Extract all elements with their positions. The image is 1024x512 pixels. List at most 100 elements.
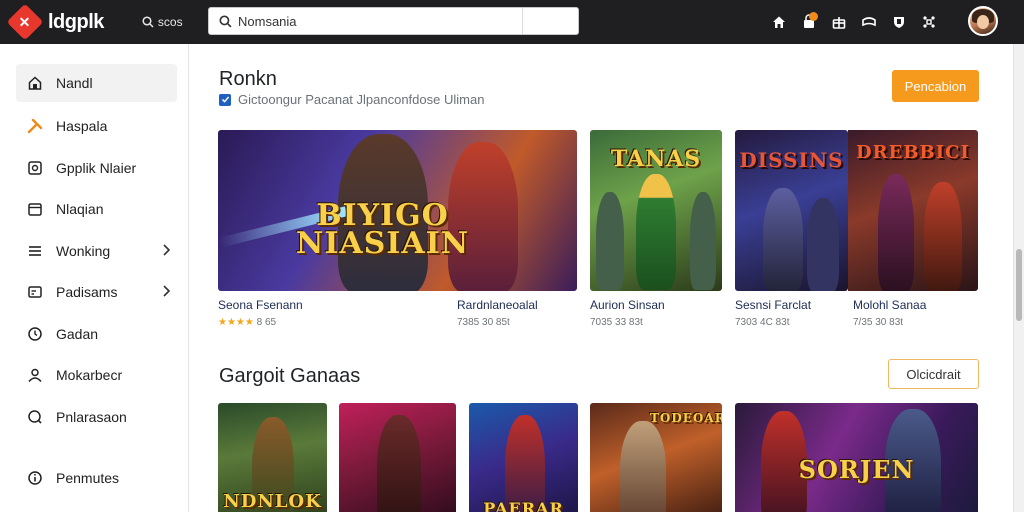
notifications-icon[interactable]: [794, 7, 824, 37]
info-icon: [26, 469, 44, 487]
sidebar-item-penmutes[interactable]: Penmutes: [16, 459, 177, 497]
hero-figure: [878, 174, 914, 291]
main-content: Ronkn Gictoongur Pacanat Jlpanconfdose U…: [190, 44, 1013, 512]
tools-icon: [26, 117, 44, 135]
hero-figure: [377, 415, 421, 512]
app-logo[interactable]: ✕ ldgplk: [6, 3, 104, 41]
sidebar-item-label: Padisams: [56, 284, 118, 300]
search-icon: [219, 14, 232, 28]
game-card[interactable]: SORJEN: [735, 403, 978, 512]
game-art-title: NDNLOK: [223, 491, 322, 512]
user-icon: [26, 366, 44, 384]
card-icon: [26, 283, 44, 301]
game-title[interactable]: Rardnlaneoalal: [457, 298, 538, 312]
controller-icon[interactable]: [854, 7, 884, 37]
game-meta: 8 65: [256, 317, 277, 328]
sidebar-item-pnlarasaon[interactable]: Pnlarasaon: [16, 398, 177, 436]
game-meta: 7/35 30 83t: [853, 317, 904, 328]
game-meta: 7035 33 83t: [590, 317, 643, 328]
sidebar-item-label: Gpplik Nlaier: [56, 160, 137, 176]
game-card[interactable]: TANAS: [590, 130, 722, 291]
game-title[interactable]: Molohl Sanaa: [853, 298, 926, 312]
chevron-right-icon: [161, 284, 171, 301]
sidebar-item-haspala[interactable]: Haspala: [16, 107, 177, 145]
logo-mark-icon: ✕: [6, 3, 44, 41]
search-icon: [142, 16, 154, 28]
folder-icon: [26, 200, 44, 218]
sidebar-item-nlaqian[interactable]: Nlaqian: [16, 190, 177, 228]
hero-figure: [763, 188, 803, 291]
game-art-title: SORJEN: [798, 455, 915, 484]
search-box[interactable]: [208, 7, 579, 35]
sidebar-item-label: Nlaqian: [56, 201, 104, 217]
game-art-title: PAERAR: [483, 499, 564, 512]
avatar-face: [977, 15, 989, 29]
shield-icon[interactable]: [884, 7, 914, 37]
chevron-right-icon: [161, 243, 171, 260]
sidebar-item-gpplik[interactable]: Gpplik Nlaier: [16, 149, 177, 187]
check-icon: [221, 96, 229, 103]
game-art-title: TANAS: [610, 146, 702, 172]
scrollbar-thumb[interactable]: [1016, 249, 1022, 321]
game-title[interactable]: Seona Fsenann: [218, 298, 303, 312]
section-subline: Gictoongur Pacanat Jlpanconfdose Uliman: [219, 92, 484, 107]
section-title-popular: Gargoit Ganaas: [219, 365, 361, 387]
game-card[interactable]: BIYIGO NIASIAIN: [218, 130, 577, 291]
sidebar: Nandl Haspala Gpplik Nlaier Nlaqian Wonk…: [0, 44, 189, 512]
game-meta: 7385 30 85t: [457, 317, 510, 328]
game-title[interactable]: Sesnsi Farclat: [735, 298, 811, 312]
home-icon: [26, 74, 44, 92]
game-card[interactable]: DISSINS: [735, 130, 848, 291]
search-input[interactable]: [232, 8, 532, 34]
subline-text: Gictoongur Pacanat Jlpanconfdose Uliman: [238, 92, 485, 107]
game-rating: ★★★★ 8 65: [218, 317, 276, 328]
game-card[interactable]: PAERAR: [469, 403, 578, 512]
hero-figure: [690, 192, 716, 290]
sidebar-item-label: Gadan: [56, 326, 99, 342]
game-art-title: BIYIGO NIASIAIN: [295, 198, 470, 261]
sidebar-item-mokarbecr[interactable]: Mokarbecr: [16, 356, 177, 394]
game-meta: 7303 4C 83t: [735, 317, 790, 328]
avatar[interactable]: [968, 6, 998, 36]
sidebar-item-gadan[interactable]: Gadan: [16, 315, 177, 353]
hero-figure: [924, 182, 962, 291]
sidebar-item-label: Pnlarasaon: [56, 409, 127, 425]
hero-figure: [596, 192, 624, 290]
logo-text: ldgplk: [48, 10, 104, 33]
gamepad-icon: [26, 159, 44, 177]
game-art-title: DISSINS: [739, 148, 844, 172]
sidebar-item-home[interactable]: Nandl: [16, 64, 177, 102]
sidebar-item-wonking[interactable]: Wonking: [16, 232, 177, 270]
sidebar-item-label: Mokarbecr: [56, 367, 123, 383]
rating-stars: ★★★★: [218, 317, 254, 328]
game-card[interactable]: TODEOAR: [590, 403, 722, 512]
top-nav-label: scos: [157, 15, 183, 29]
game-card[interactable]: DREBBICI: [848, 130, 978, 291]
game-card[interactable]: NDNLOK: [218, 403, 327, 512]
sidebar-item-padisams[interactable]: Padisams: [16, 273, 177, 311]
featured-action-button[interactable]: Pencabion: [892, 70, 979, 102]
hero-figure: [636, 174, 676, 290]
clock-icon: [26, 325, 44, 343]
hero-figure: [807, 198, 839, 291]
page-scrollbar[interactable]: [1013, 44, 1024, 512]
apps-icon[interactable]: [914, 7, 944, 37]
section-title-featured: Ronkn: [219, 68, 277, 90]
filter-checkbox[interactable]: [219, 93, 231, 106]
sidebar-item-label: Penmutes: [56, 470, 120, 486]
hero-figure: [620, 421, 666, 512]
search-divider: [522, 8, 523, 34]
sidebar-item-label: Haspala: [56, 118, 108, 134]
game-title[interactable]: Aurion Sinsan: [590, 298, 665, 312]
game-art-title: TODEOAR: [650, 411, 722, 425]
hero-figure: [505, 415, 545, 512]
top-bar: ✕ ldgplk scos: [0, 0, 1024, 44]
popular-action-button[interactable]: Olcicdrait: [888, 359, 979, 389]
gift-icon[interactable]: [824, 7, 854, 37]
game-card[interactable]: [339, 403, 456, 512]
home-icon[interactable]: [764, 7, 794, 37]
game-art-title: DREBBICI: [856, 142, 970, 163]
notification-dot: [809, 12, 818, 21]
top-nav-link[interactable]: scos: [142, 15, 183, 29]
sidebar-item-label: Wonking: [56, 243, 111, 259]
